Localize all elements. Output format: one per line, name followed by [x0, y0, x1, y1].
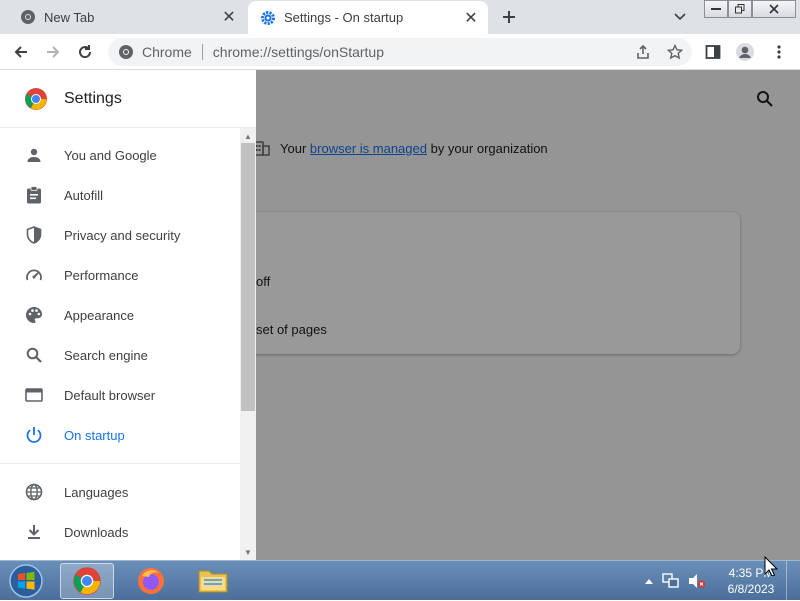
power-icon: [24, 425, 44, 445]
tab-title: Settings - On startup: [284, 10, 404, 25]
back-arrow-icon: [14, 46, 27, 58]
bookmark-button[interactable]: [662, 40, 688, 64]
side-panel-icon: [705, 45, 721, 59]
firefox-icon: [138, 568, 164, 594]
clock-date: 6/8/2023: [727, 582, 775, 596]
browser-window-icon: [24, 385, 44, 405]
profile-button[interactable]: [732, 40, 758, 64]
sidebar-item-label: Search engine: [64, 347, 148, 363]
back-button[interactable]: [8, 40, 34, 64]
share-icon: [637, 44, 649, 59]
show-hidden-icons-icon[interactable]: [644, 577, 654, 585]
new-tab-button[interactable]: [498, 6, 520, 28]
sidebar-item-label: Autofill: [64, 187, 104, 203]
scroll-down-arrow-icon[interactable]: ▼: [243, 548, 253, 558]
sidebar-item-default-browser[interactable]: Default browser: [0, 375, 240, 415]
globe-icon: [24, 482, 44, 502]
avatar-icon: [736, 43, 754, 61]
drawer-scrollbar[interactable]: ▲ ▼: [240, 128, 256, 560]
tab-strip: New Tab ✕ Settings - On startup ✕: [0, 0, 800, 34]
sidebar-item-privacy[interactable]: Privacy and security: [0, 215, 240, 255]
star-icon: [667, 44, 683, 60]
drawer-header: Settings: [0, 70, 256, 128]
chrome-logo-icon: [25, 87, 47, 110]
menu-button[interactable]: [766, 40, 792, 64]
reload-button[interactable]: [72, 40, 98, 64]
sidebar-item-search-engine[interactable]: Search engine: [0, 335, 240, 375]
sidebar-item-label: Performance: [64, 267, 139, 283]
browser-window: New Tab ✕ Settings - On startup ✕ Chrome…: [0, 0, 800, 560]
show-desktop-button[interactable]: [786, 561, 800, 601]
sidebar-item-label: On startup: [64, 427, 125, 443]
settings-gear-icon: [260, 10, 276, 26]
download-icon: [24, 522, 44, 542]
sidebar-item-downloads[interactable]: Downloads: [0, 512, 240, 552]
minimize-button[interactable]: [704, 0, 728, 18]
volume-muted-icon[interactable]: [688, 573, 706, 589]
scroll-up-arrow-icon[interactable]: ▲: [243, 132, 253, 142]
sidebar-item-autofill[interactable]: Autofill: [0, 175, 240, 215]
divider: [201, 44, 203, 60]
clipboard-icon: [24, 185, 44, 205]
forward-arrow-icon: [47, 46, 60, 58]
taskbar: 4:35 PM 6/8/2023: [0, 560, 800, 601]
taskbar-firefox[interactable]: [124, 563, 178, 599]
forward-button[interactable]: [40, 40, 66, 64]
reload-icon: [79, 45, 92, 59]
sidebar-item-on-startup[interactable]: On startup: [0, 415, 240, 455]
drawer-title: Settings: [64, 89, 122, 107]
sidebar-item-performance[interactable]: Performance: [0, 255, 240, 295]
chevron-down-icon[interactable]: [670, 8, 690, 26]
more-vert-icon: [777, 45, 781, 59]
tab-settings[interactable]: Settings - On startup ✕: [248, 1, 488, 34]
close-icon[interactable]: ✕: [462, 9, 480, 27]
sidebar-item-appearance[interactable]: Appearance: [0, 295, 240, 335]
mouse-cursor-icon: [764, 556, 778, 577]
sidebar-item-languages[interactable]: Languages: [0, 472, 240, 512]
speedometer-icon: [24, 265, 44, 285]
network-icon[interactable]: [662, 573, 680, 589]
window-controls: [704, 0, 796, 18]
palette-icon: [24, 305, 44, 325]
person-icon: [24, 145, 44, 165]
browser-toolbar: Chrome chrome://settings/onStartup: [0, 34, 800, 70]
sidebar-item-label: Default browser: [64, 387, 156, 403]
close-icon[interactable]: ✕: [220, 8, 238, 26]
sidebar-item-label: Appearance: [64, 307, 135, 323]
settings-nav-drawer: Settings You and Google Autofill Privacy…: [0, 70, 256, 560]
taskbar-chrome[interactable]: [60, 563, 114, 599]
share-button[interactable]: [630, 40, 656, 64]
sidebar-item-label: Privacy and security: [64, 227, 181, 243]
taskbar-explorer[interactable]: [186, 563, 240, 599]
side-panel-button[interactable]: [700, 40, 726, 64]
start-button[interactable]: [4, 563, 48, 599]
sidebar-item-label: Downloads: [64, 524, 129, 540]
window-close-button[interactable]: [752, 0, 796, 18]
url-text: chrome://settings/onStartup: [212, 44, 384, 60]
sidebar-item-you-and-google[interactable]: You and Google: [0, 135, 240, 175]
sidebar-item-label: You and Google: [64, 147, 157, 163]
sidebar-item-label: Languages: [64, 484, 129, 500]
chrome-icon: [119, 45, 133, 59]
windows-orb-icon: [9, 564, 43, 598]
address-bar[interactable]: Chrome chrome://settings/onStartup: [108, 38, 692, 66]
search-icon: [24, 345, 44, 365]
scrollbar-thumb[interactable]: [241, 143, 255, 411]
nav-divider: [0, 463, 240, 464]
settings-nav-list: You and Google Autofill Privacy and secu…: [0, 128, 240, 560]
chrome-icon: [20, 9, 36, 25]
shield-icon: [24, 225, 44, 245]
restore-button[interactable]: [728, 0, 752, 18]
folder-icon: [198, 570, 228, 593]
site-chip-label: Chrome: [142, 44, 192, 60]
tab-new-tab[interactable]: New Tab ✕: [8, 0, 246, 34]
tab-title: New Tab: [44, 9, 95, 25]
system-tray: [644, 561, 706, 601]
site-chip[interactable]: Chrome: [108, 44, 192, 60]
chrome-logo-icon: [73, 567, 101, 595]
